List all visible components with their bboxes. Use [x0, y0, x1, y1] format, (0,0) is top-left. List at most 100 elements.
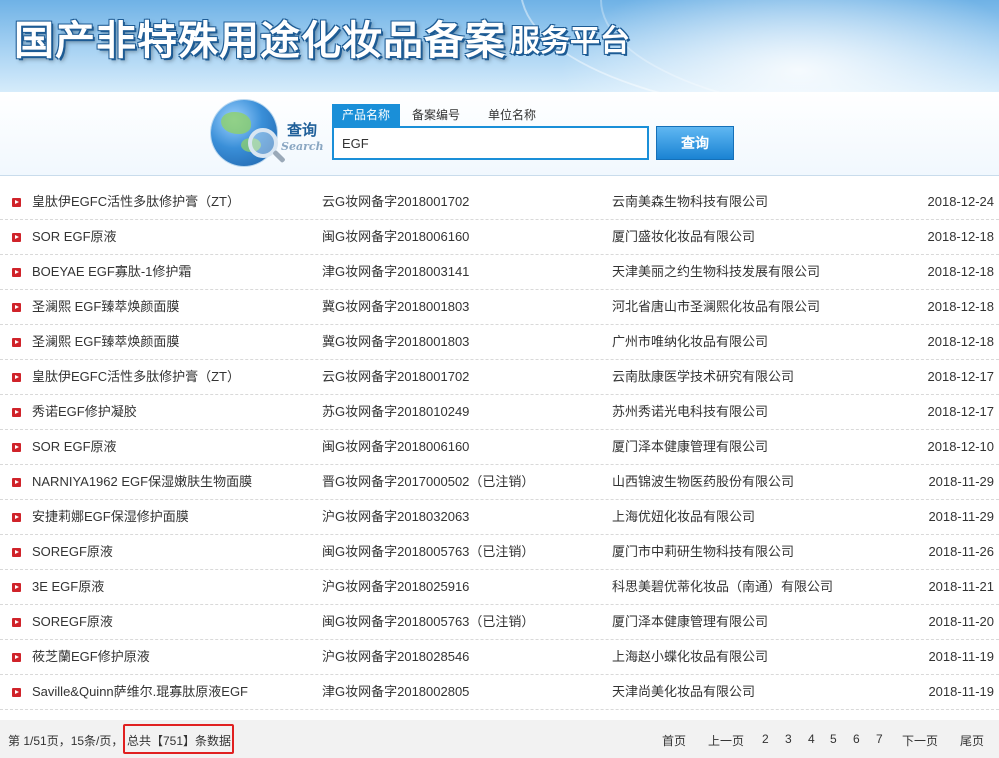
- product-name-link[interactable]: 安捷莉娜EGF保湿修护面膜: [32, 500, 189, 534]
- company-name[interactable]: 云南肽康医学技术研究有限公司: [612, 360, 794, 394]
- table-row[interactable]: NARNIYA1962 EGF保湿嫩肤生物面膜 晋G妆网备字2017000502（…: [0, 465, 999, 500]
- tab-record-number[interactable]: 备案编号: [400, 104, 476, 126]
- product-name-link[interactable]: SOREGF原液: [32, 535, 113, 569]
- table-row[interactable]: 安捷莉娜EGF保湿修护面膜 沪G妆网备字2018032063 上海优妞化妆品有限公司…: [0, 500, 999, 535]
- pager-page[interactable]: 5: [830, 732, 837, 746]
- product-name-link[interactable]: 圣澜熙 EGF臻萃焕颜面膜: [32, 290, 179, 324]
- pagination-bar: 第 1/51页，15条/页， 总共【751】条数据 首页 上一页 2 3 4 5…: [0, 720, 999, 758]
- product-name-link[interactable]: 圣澜熙 EGF臻萃焕颜面膜: [32, 325, 179, 359]
- pager-last[interactable]: 尾页: [960, 732, 984, 749]
- record-number: 沪G妆网备字2018025916: [322, 579, 470, 594]
- site-title: 国产非特殊用途化妆品备案: [14, 17, 506, 64]
- product-name-link[interactable]: 莜芝蘭EGF修护原液: [32, 640, 150, 674]
- total-count: 总共【751】条数据: [127, 734, 232, 748]
- search-button[interactable]: 查询: [656, 126, 734, 160]
- record-date: 2018-12-18: [927, 334, 995, 349]
- record-number: 冀G妆网备字2018001803: [322, 334, 470, 349]
- company-name[interactable]: 河北省唐山市圣澜熙化妆品有限公司: [612, 290, 820, 324]
- company-name[interactable]: 山西锦波生物医药股份有限公司: [612, 465, 794, 499]
- table-row[interactable]: SOREGF原液 闽G妆网备字2018005763（已注销） 厦门市中莉研生物科技有…: [0, 535, 999, 570]
- table-row[interactable]: 秀诺EGF修护凝胶 苏G妆网备字2018010249 苏州秀诺光电科技有限公司 201…: [0, 395, 999, 430]
- company-name[interactable]: 广州市唯纳化妆品有限公司: [612, 325, 768, 359]
- table-row[interactable]: 圣澜熙 EGF臻萃焕颜面膜 冀G妆网备字2018001803 河北省唐山市圣澜熙化妆…: [0, 290, 999, 325]
- header-banner: 国产非特殊用途化妆品备案 服务平台: [0, 0, 999, 92]
- bullet-arrow-icon: [12, 688, 21, 697]
- record-number: 闽G妆网备字2018006160: [322, 229, 470, 244]
- search-input[interactable]: [332, 126, 649, 160]
- table-row[interactable]: SOR EGF原液 闽G妆网备字2018006160 厦门盛妆化妆品有限公司 2018…: [0, 220, 999, 255]
- pager-page[interactable]: 4: [808, 732, 815, 746]
- pager-page[interactable]: 3: [785, 732, 792, 746]
- table-row[interactable]: 皇肽伊EGFC活性多肽修护膏（ZT） 云G妆网备字2018001702 云南肽康医学…: [0, 360, 999, 395]
- product-name-link[interactable]: BOEYAE EGF寡肽-1修护霜: [32, 255, 191, 289]
- company-name[interactable]: 上海优妞化妆品有限公司: [612, 500, 755, 534]
- record-date: 2018-12-24: [927, 194, 995, 209]
- table-row[interactable]: Saville&Quinn萨维尔.琨寡肽原液EGF 津G妆网备字201800280…: [0, 675, 999, 710]
- bullet-arrow-icon: [12, 513, 21, 522]
- table-row[interactable]: SOR EGF原液 闽G妆网备字2018006160 厦门泽本健康管理有限公司 201…: [0, 430, 999, 465]
- pager-prev[interactable]: 上一页: [708, 732, 744, 749]
- bullet-arrow-icon: [12, 303, 21, 312]
- bullet-arrow-icon: [12, 373, 21, 382]
- tab-company-name[interactable]: 单位名称: [476, 104, 552, 126]
- record-number: 冀G妆网备字2018001803: [322, 299, 470, 314]
- company-name[interactable]: 云南美森生物科技有限公司: [612, 185, 768, 219]
- tab-product-name[interactable]: 产品名称: [332, 104, 401, 126]
- record-date: 2018-11-21: [928, 579, 994, 594]
- table-row[interactable]: 莜芝蘭EGF修护原液 沪G妆网备字2018028546 上海赵小蝶化妆品有限公司 20…: [0, 640, 999, 675]
- company-name[interactable]: 厦门市中莉研生物科技有限公司: [612, 535, 794, 569]
- table-row[interactable]: 皇肽伊EGFC活性多肽修护膏（ZT） 云G妆网备字2018001702 云南美森生物…: [0, 185, 999, 220]
- product-name-link[interactable]: 3E EGF原液: [32, 570, 104, 604]
- bullet-arrow-icon: [12, 653, 21, 662]
- record-number: 闽G妆网备字2018006160: [322, 439, 470, 454]
- company-name[interactable]: 厦门盛妆化妆品有限公司: [612, 220, 755, 254]
- record-date: 2018-11-29: [928, 474, 994, 489]
- company-name[interactable]: 厦门泽本健康管理有限公司: [612, 430, 768, 464]
- search-label: 查询: [287, 121, 318, 139]
- record-number: 晋G妆网备字2017000502（已注销）: [322, 474, 535, 489]
- company-name[interactable]: 科思美碧优蒂化妆品（南通）有限公司: [612, 570, 833, 604]
- record-number: 闽G妆网备字2018005763（已注销）: [322, 614, 535, 629]
- record-number: 云G妆网备字2018001702: [322, 194, 470, 209]
- record-number: 闽G妆网备字2018005763（已注销）: [322, 544, 535, 559]
- record-number: 沪G妆网备字2018032063: [322, 509, 470, 524]
- record-date: 2018-11-26: [928, 544, 994, 559]
- search-tabs: 产品名称 备案编号 单位名称: [332, 104, 552, 126]
- company-name[interactable]: 苏州秀诺光电科技有限公司: [612, 395, 768, 429]
- product-name-link[interactable]: SOR EGF原液: [32, 430, 117, 464]
- pager-page[interactable]: 6: [853, 732, 860, 746]
- company-name[interactable]: 天津尚美化妆品有限公司: [612, 675, 755, 709]
- page-info: 第 1/51页，15条/页，: [8, 734, 124, 748]
- bullet-arrow-icon: [12, 443, 21, 452]
- bullet-arrow-icon: [12, 618, 21, 627]
- bullet-arrow-icon: [12, 583, 21, 592]
- bullet-arrow-icon: [12, 408, 21, 417]
- record-date: 2018-12-17: [927, 369, 995, 384]
- company-name[interactable]: 厦门泽本健康管理有限公司: [612, 605, 768, 639]
- product-name-link[interactable]: SOREGF原液: [32, 605, 113, 639]
- record-date: 2018-12-18: [927, 264, 995, 279]
- bullet-arrow-icon: [12, 548, 21, 557]
- record-number: 津G妆网备字2018003141: [322, 264, 470, 279]
- pager-first[interactable]: 首页: [662, 732, 686, 749]
- product-name-link[interactable]: 皇肽伊EGFC活性多肽修护膏（ZT）: [32, 185, 240, 219]
- record-number: 苏G妆网备字2018010249: [322, 404, 470, 419]
- product-name-link[interactable]: Saville&Quinn萨维尔.琨寡肽原液EGF: [32, 675, 248, 709]
- record-date: 2018-11-29: [928, 509, 994, 524]
- company-name[interactable]: 天津美丽之约生物科技发展有限公司: [612, 255, 820, 289]
- table-row[interactable]: BOEYAE EGF寡肽-1修护霜 津G妆网备字2018003141 天津美丽之约生…: [0, 255, 999, 290]
- search-label-en: Search: [281, 140, 324, 153]
- pager-next[interactable]: 下一页: [902, 732, 938, 749]
- bullet-arrow-icon: [12, 268, 21, 277]
- table-row[interactable]: SOREGF原液 闽G妆网备字2018005763（已注销） 厦门泽本健康管理有限公…: [0, 605, 999, 640]
- product-name-link[interactable]: NARNIYA1962 EGF保湿嫩肤生物面膜: [32, 465, 252, 499]
- table-row[interactable]: 3E EGF原液 沪G妆网备字2018025916 科思美碧优蒂化妆品（南通）有限公…: [0, 570, 999, 605]
- product-name-link[interactable]: SOR EGF原液: [32, 220, 117, 254]
- product-name-link[interactable]: 皇肽伊EGFC活性多肽修护膏（ZT）: [32, 360, 240, 394]
- pager-page[interactable]: 2: [762, 732, 769, 746]
- table-row[interactable]: 圣澜熙 EGF臻萃焕颜面膜 冀G妆网备字2018001803 广州市唯纳化妆品有限公…: [0, 325, 999, 360]
- pager-page[interactable]: 7: [876, 732, 883, 746]
- company-name[interactable]: 上海赵小蝶化妆品有限公司: [612, 640, 768, 674]
- record-date: 2018-12-18: [927, 299, 995, 314]
- product-name-link[interactable]: 秀诺EGF修护凝胶: [32, 395, 137, 429]
